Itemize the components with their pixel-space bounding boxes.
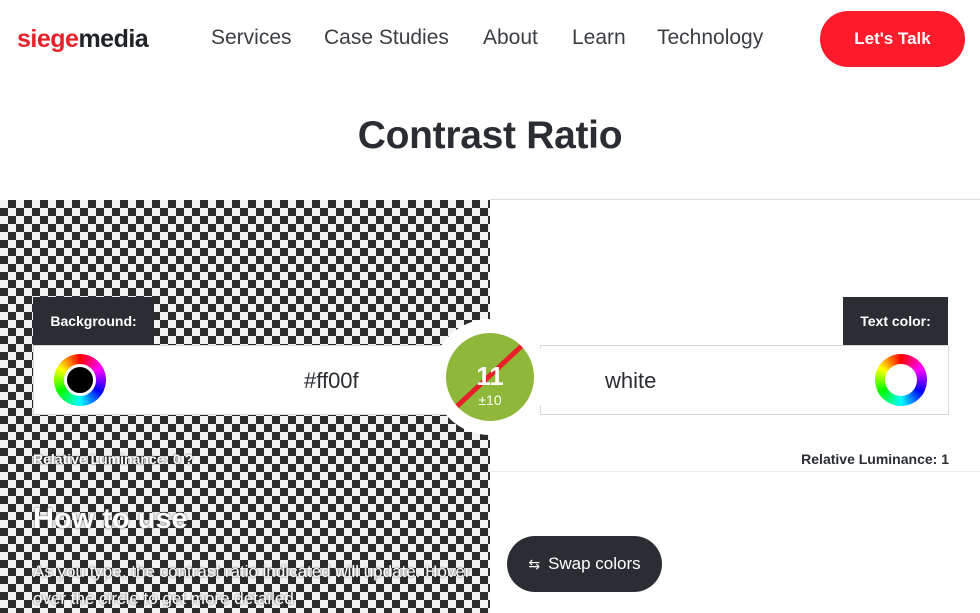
nav-learn[interactable]: Learn bbox=[572, 26, 626, 50]
nav-about[interactable]: About bbox=[483, 26, 538, 50]
contrast-ratio-value: 11 bbox=[476, 361, 504, 391]
text-color-label: Text color: bbox=[843, 297, 948, 345]
logo-media: media bbox=[78, 25, 149, 53]
how-to-use-heading: How to use bbox=[33, 503, 188, 535]
logo-siege: siege bbox=[17, 25, 79, 53]
background-luminance-label: Relative Luminance: bbox=[33, 451, 170, 467]
text-color-input[interactable] bbox=[605, 366, 855, 396]
lets-talk-button[interactable]: Let's Talk bbox=[820, 11, 965, 67]
contrast-ratio-error: ±10 bbox=[478, 392, 502, 408]
background-color-wheel-icon[interactable] bbox=[54, 354, 106, 406]
how-to-use-text: As you type, the contrast ratio indicate… bbox=[33, 562, 471, 608]
background-luminance: Relative Luminance: 0 ? bbox=[33, 451, 193, 467]
swap-arrows-icon: ⇆ bbox=[528, 555, 541, 572]
swap-colors-label: Swap colors bbox=[548, 554, 641, 573]
text-color-wheel-icon[interactable] bbox=[875, 354, 927, 406]
background-swatch bbox=[64, 364, 96, 396]
siegemedia-logo[interactable]: siegemedia bbox=[17, 25, 149, 54]
background-luminance-help[interactable]: ? bbox=[185, 451, 194, 467]
background-luminance-value: 0 bbox=[173, 451, 181, 467]
nav-technology[interactable]: Technology bbox=[657, 26, 763, 50]
background-field bbox=[33, 345, 493, 415]
background-label: Background: bbox=[33, 297, 154, 345]
text-swatch bbox=[885, 364, 917, 396]
nav-services[interactable]: Services bbox=[211, 26, 292, 50]
site-header: siegemedia Services Case Studies About L… bbox=[0, 0, 980, 78]
text-luminance-value: 1 bbox=[941, 451, 949, 467]
page-title: Contrast Ratio bbox=[357, 114, 623, 157]
section-divider bbox=[490, 199, 980, 200]
nav-case-studies[interactable]: Case Studies bbox=[324, 26, 449, 50]
contrast-ratio-badge[interactable]: 11 ±10 bbox=[446, 333, 534, 421]
text-luminance-label: Relative Luminance: bbox=[801, 451, 938, 467]
text-luminance: Relative Luminance: 1 bbox=[700, 451, 949, 467]
text-color-field bbox=[540, 345, 949, 415]
luminance-divider bbox=[490, 471, 980, 472]
swap-colors-button[interactable]: ⇆ Swap colors bbox=[507, 536, 662, 592]
